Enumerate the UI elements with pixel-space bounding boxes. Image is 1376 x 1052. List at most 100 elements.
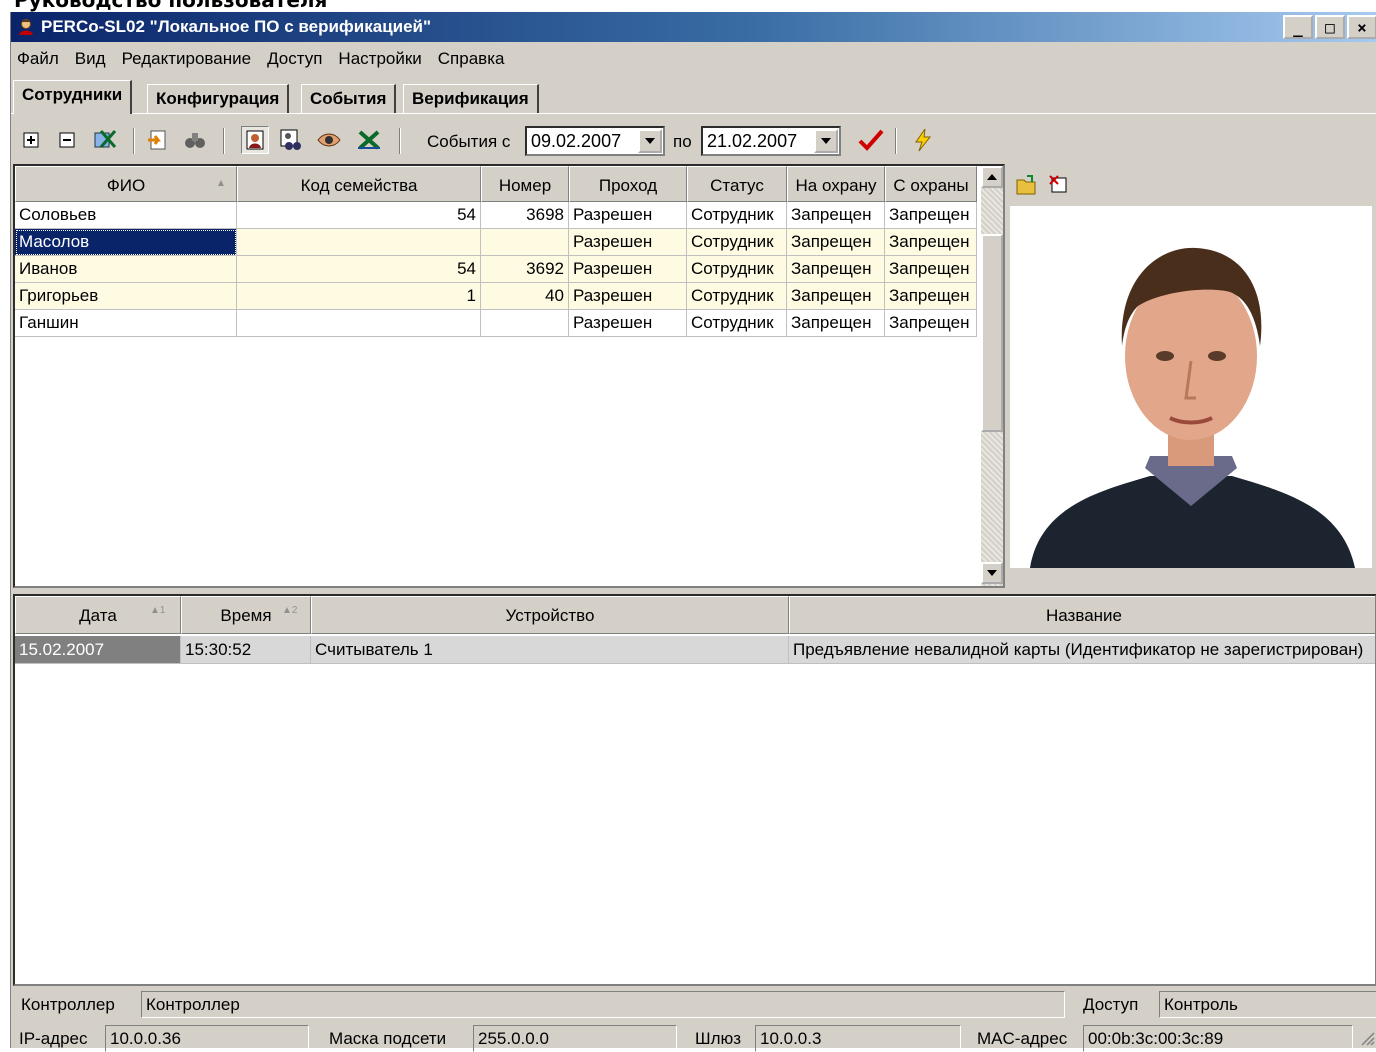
photo-panel	[1008, 164, 1376, 588]
delete-all-button[interactable]	[91, 126, 119, 154]
eye-verification-button[interactable]	[315, 126, 343, 154]
tab-configuration[interactable]: Конфигурация	[147, 84, 290, 113]
delete-card-icon	[94, 130, 117, 148]
col-header-date[interactable]: Дата ▲1	[15, 596, 181, 634]
col-header-disarm[interactable]: С охраны	[885, 166, 977, 202]
ip-label: IP-адрес	[19, 1029, 88, 1048]
table-row[interactable]: Соловьев 54 3698 Разрешен Сотрудник Запр…	[15, 202, 977, 229]
date-to-value: 21.02.2007	[707, 131, 798, 151]
events-grid[interactable]: Дата ▲1 Время ▲2 Устройство Название 15.…	[13, 594, 1376, 986]
table-row[interactable]: Ганшин Разрешен Сотрудник Запрещен Запре…	[15, 310, 977, 337]
apply-filter-button[interactable]	[857, 126, 885, 154]
menu-access[interactable]: Доступ	[261, 46, 332, 72]
cell-number: 3698	[481, 202, 569, 229]
cell-family-code	[237, 310, 481, 337]
access-label: Доступ	[1083, 995, 1139, 1014]
employees-scrollbar[interactable]	[981, 166, 1003, 586]
menu-file[interactable]: Файл	[11, 46, 69, 72]
menu-help[interactable]: Справка	[432, 46, 515, 72]
date-from-dropdown[interactable]	[638, 129, 662, 153]
cell-family-code	[237, 229, 481, 256]
col-header-time[interactable]: Время ▲2	[181, 596, 311, 634]
date-to-field[interactable]: 21.02.2007	[701, 126, 841, 156]
date-from-value: 09.02.2007	[531, 131, 622, 151]
employees-grid[interactable]: ФИО ▲ Код семейства Номер Проход Статус …	[13, 164, 1005, 588]
date-to-dropdown[interactable]	[814, 129, 838, 153]
delete-photo-button[interactable]	[1046, 172, 1072, 198]
maximize-button[interactable]: □	[1315, 15, 1345, 39]
sort-asc-icon: ▲2	[282, 605, 298, 616]
cell-name: Соловьев	[15, 202, 237, 229]
excel-icon	[358, 130, 380, 150]
checkmark-icon	[858, 129, 884, 151]
add-record-button[interactable]	[17, 126, 45, 154]
col-header-arm[interactable]: На охрану	[787, 166, 885, 202]
title-bar[interactable]: PERCo-SL02 "Локальное ПО с верификацией"…	[11, 12, 1376, 42]
cell-pass: Разрешен	[569, 256, 687, 283]
cell-name: Масолов	[15, 229, 237, 256]
photo-binoculars-icon	[280, 129, 301, 150]
find-button[interactable]	[181, 126, 209, 154]
cell-event-name: Предъявление невалидной карты (Идентифик…	[789, 636, 1375, 664]
cell-number: 3692	[481, 256, 569, 283]
open-folder-icon	[1016, 175, 1036, 195]
menu-edit[interactable]: Редактирование	[116, 46, 262, 72]
cell-name: Иванов	[15, 256, 237, 283]
eye-icon	[317, 133, 341, 147]
col-header-family-code[interactable]: Код семейства	[237, 166, 481, 202]
col-header-name[interactable]: ФИО ▲	[15, 166, 237, 202]
delete-photo-icon	[1049, 175, 1067, 193]
scroll-up-button[interactable]	[981, 166, 1003, 188]
excel-export-button[interactable]	[355, 126, 383, 154]
minimize-button[interactable]: _	[1283, 15, 1313, 39]
cell-status: Сотрудник	[687, 256, 787, 283]
tab-verification[interactable]: Верификация	[403, 84, 539, 113]
cell-pass: Разрешен	[569, 310, 687, 337]
col-header-number[interactable]: Номер	[481, 166, 569, 202]
date-from-field[interactable]: 09.02.2007	[525, 126, 665, 156]
import-button[interactable]	[143, 126, 171, 154]
tab-strip: Сотрудники Конфигурация События Верифика…	[11, 80, 1376, 114]
events-from-label: События с	[427, 132, 511, 151]
close-button[interactable]: ×	[1347, 15, 1376, 39]
tab-employees[interactable]: Сотрудники	[13, 80, 133, 114]
to-label: по	[673, 132, 692, 151]
col-header-status[interactable]: Статус	[687, 166, 787, 202]
cell-arm: Запрещен	[787, 283, 885, 310]
scroll-thumb[interactable]	[981, 234, 1003, 432]
scroll-down-button[interactable]	[981, 562, 1003, 584]
col-header-pass[interactable]: Проход	[569, 166, 687, 202]
cell-disarm: Запрещен	[885, 229, 977, 256]
menu-view[interactable]: Вид	[69, 46, 116, 72]
app-window: PERCo-SL02 "Локальное ПО с верификацией"…	[10, 12, 1376, 1052]
controller-label: Контроллер	[21, 995, 115, 1014]
cell-arm: Запрещен	[787, 256, 885, 283]
cell-arm: Запрещен	[787, 310, 885, 337]
arrow-up-icon	[987, 174, 997, 180]
gateway-label: Шлюз	[695, 1029, 742, 1048]
resize-grip-icon[interactable]	[1357, 1028, 1375, 1046]
menu-bar: Файл Вид Редактирование Доступ Настройки…	[11, 46, 514, 72]
cell-family-code: 54	[237, 202, 481, 229]
load-photo-button[interactable]	[1014, 172, 1040, 198]
access-field: Контроль	[1159, 991, 1376, 1018]
remove-record-button[interactable]	[53, 126, 81, 154]
execute-button[interactable]	[909, 126, 937, 154]
photo-view-button[interactable]	[241, 126, 269, 154]
table-row[interactable]: Иванов 54 3692 Разрешен Сотрудник Запрещ…	[15, 256, 977, 283]
cell-date: 15.02.2007	[15, 636, 181, 664]
table-row[interactable]: 15.02.2007 15:30:52 Считыватель 1 Предъя…	[15, 636, 1375, 664]
cell-name: Григорьев	[15, 283, 237, 310]
status-bar-controller: Контроллер Контроллер Доступ Контроль	[11, 988, 1376, 1020]
photo-search-button[interactable]	[277, 126, 305, 154]
col-header-event-name[interactable]: Название	[789, 596, 1375, 634]
plus-icon	[23, 132, 39, 148]
cell-name: Ганшин	[15, 310, 237, 337]
menu-settings[interactable]: Настройки	[332, 46, 431, 72]
lightning-icon	[915, 128, 932, 152]
table-row[interactable]: Масолов Разрешен Сотрудник Запрещен Запр…	[15, 229, 977, 256]
col-header-device[interactable]: Устройство	[311, 596, 789, 634]
tab-events[interactable]: События	[301, 84, 397, 113]
table-row[interactable]: Григорьев 1 40 Разрешен Сотрудник Запрещ…	[15, 283, 977, 310]
minus-icon	[59, 132, 75, 148]
